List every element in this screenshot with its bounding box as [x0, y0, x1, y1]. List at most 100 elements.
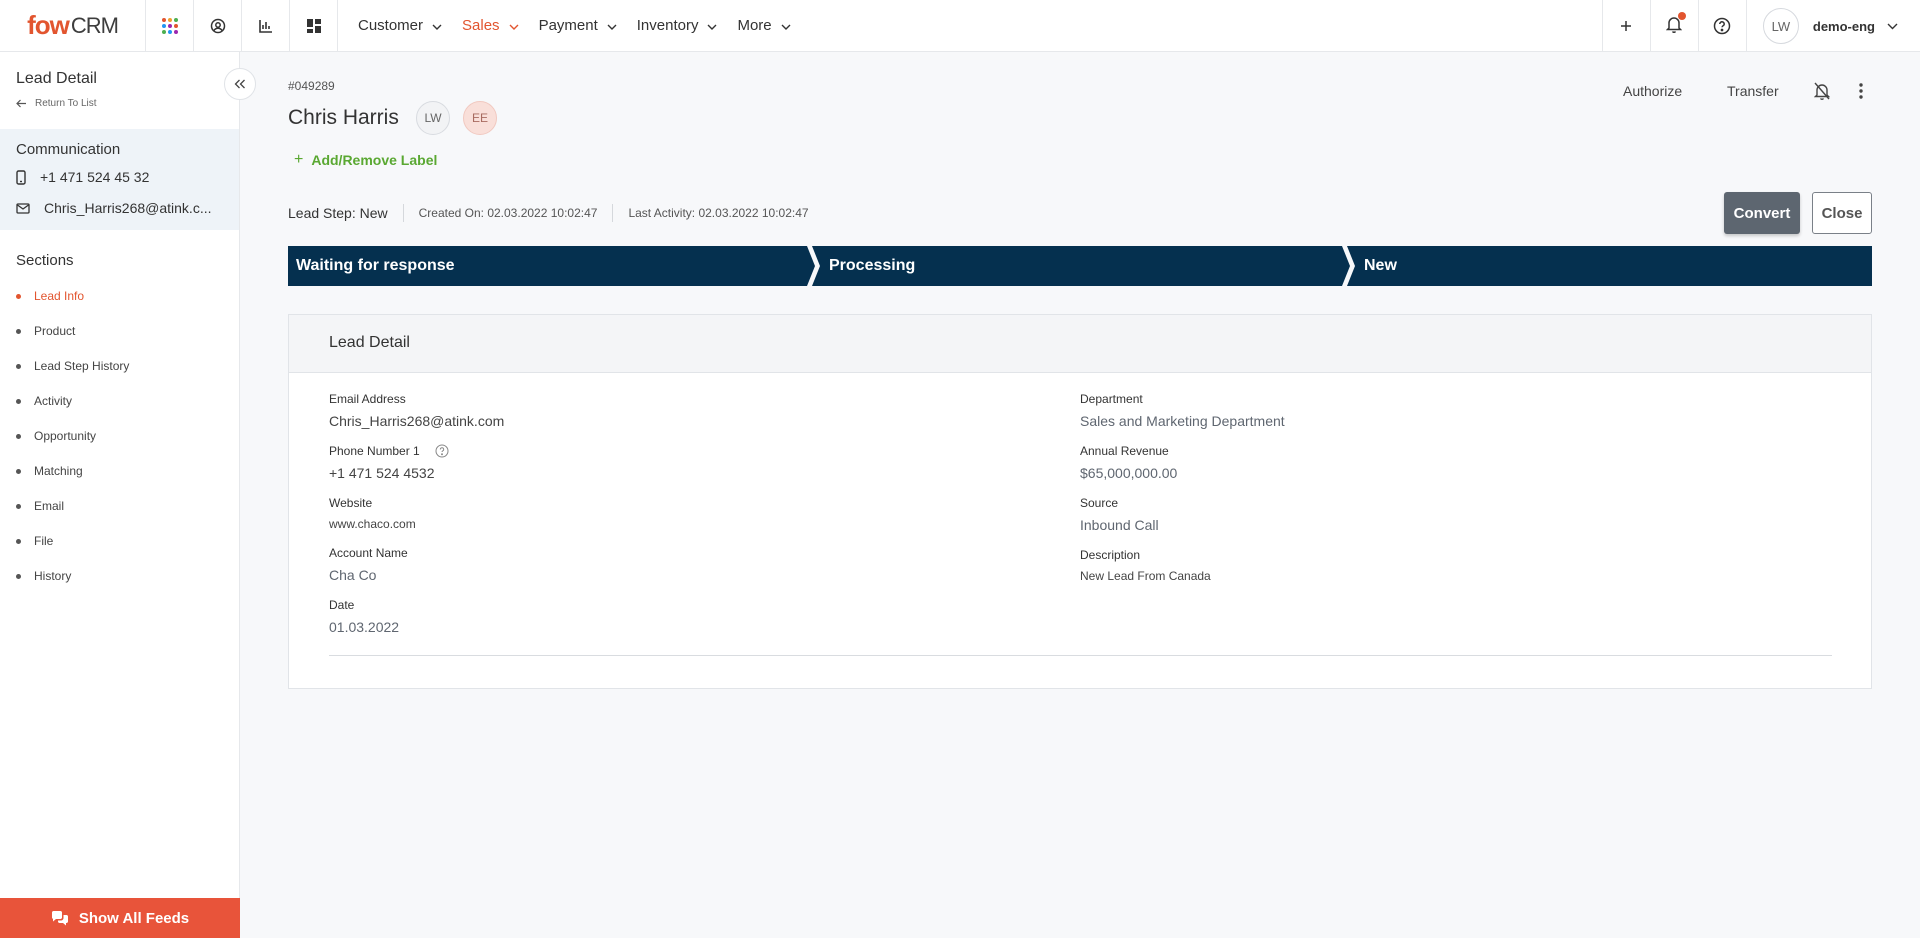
mail-icon [16, 202, 30, 214]
field-value-annual-revenue[interactable]: $65,000,000.00 [1080, 465, 1177, 481]
section-file[interactable]: File [16, 534, 53, 548]
communication-title: Communication [16, 141, 121, 158]
chevron-down-icon [1887, 17, 1898, 35]
convert-button[interactable]: Convert [1724, 192, 1800, 234]
menu-inventory[interactable]: Inventory [627, 0, 728, 52]
sidebar-phone[interactable]: +1 471 524 45 32 [16, 169, 149, 185]
card-title: Lead Detail [329, 334, 410, 351]
avatar: LW [1762, 8, 1799, 44]
more-vertical-icon[interactable] [1858, 82, 1864, 105]
section-label: Product [34, 324, 76, 338]
section-email[interactable]: Email [16, 499, 64, 513]
sidebar-phone-value: +1 471 524 45 32 [40, 169, 150, 185]
add-remove-label-button[interactable]: + Add/Remove Label [294, 151, 437, 169]
collapse-sidebar-button[interactable] [224, 68, 256, 100]
section-matching[interactable]: Matching [16, 464, 83, 478]
bullet-icon [16, 503, 21, 509]
step-processing[interactable]: Processing [829, 257, 915, 275]
section-activity[interactable]: Activity [16, 394, 72, 408]
step-waiting-for-response[interactable]: Waiting for response [296, 257, 455, 275]
menu-label: More [737, 17, 772, 34]
lead-step: Lead Step: New [288, 205, 388, 221]
assignee-chip-ee[interactable]: EE [463, 101, 497, 135]
field-value-department[interactable]: Sales and Marketing Department [1080, 413, 1285, 429]
chart-icon[interactable] [242, 0, 290, 52]
section-lead-info[interactable]: Lead Info [16, 289, 84, 303]
user-circle-icon[interactable] [194, 0, 242, 52]
bullet-icon [16, 573, 21, 579]
authorize-button[interactable]: Authorize [1623, 83, 1682, 99]
field-label-description: Description [1080, 548, 1141, 562]
step-new[interactable]: New [1364, 257, 1397, 275]
sections-title: Sections [16, 252, 74, 269]
question-circle-icon[interactable] [435, 444, 449, 463]
menu-sales[interactable]: Sales [452, 0, 529, 52]
chevron-down-icon [607, 17, 617, 34]
mobile-phone-icon [16, 169, 26, 185]
section-label: Lead Info [34, 289, 85, 303]
section-history[interactable]: History [16, 569, 71, 583]
section-label: Activity [34, 394, 73, 408]
return-label: Return To List [35, 98, 97, 109]
menu-label: Inventory [636, 17, 699, 34]
field-value-description[interactable]: New Lead From Canada [1080, 569, 1211, 583]
section-product[interactable]: Product [16, 324, 75, 338]
close-button[interactable]: Close [1812, 192, 1872, 234]
section-label: Lead Step History [34, 359, 130, 373]
user-menu[interactable]: LW demo-eng [1745, 0, 1920, 52]
chevron-down-icon [509, 17, 519, 34]
notification-dot [1678, 11, 1687, 20]
logo-main: fow [27, 10, 70, 40]
field-label-date: Date [329, 598, 355, 612]
sidebar-email-value: Chris_Harris268@atink.c... [44, 200, 212, 216]
menu-more[interactable]: More [727, 0, 800, 52]
field-value-source[interactable]: Inbound Call [1080, 517, 1159, 533]
sidebar-title: Lead Detail [16, 70, 97, 87]
show-all-feeds-button[interactable]: Show All Feeds [0, 898, 240, 938]
double-chevron-left-icon [234, 79, 245, 89]
field-value-account-name[interactable]: Cha Co [329, 567, 376, 583]
communication-panel: Communication +1 471 524 45 32 Chris_Har… [0, 129, 239, 230]
plus-icon: + [294, 151, 304, 168]
app-logo[interactable]: fow CRM [0, 0, 146, 52]
section-opportunity[interactable]: Opportunity [16, 429, 96, 443]
field-value-date[interactable]: 01.03.2022 [329, 619, 399, 635]
notifications-off-icon[interactable] [1813, 82, 1831, 105]
chevron-down-icon [781, 17, 791, 34]
apps-grid-icon[interactable] [146, 0, 194, 52]
bullet-icon [16, 538, 21, 544]
section-lead-step-history[interactable]: Lead Step History [16, 359, 129, 373]
bullet-icon [16, 328, 21, 334]
bullet-icon [16, 363, 21, 369]
menu-customer[interactable]: Customer [348, 0, 452, 52]
menu-label: Sales [462, 17, 500, 34]
lead-name: Chris Harris [288, 106, 399, 129]
bullet-icon [16, 398, 21, 404]
lead-detail-card: Lead Detail Email Address Chris_Harris26… [288, 314, 1872, 689]
section-label: History [34, 569, 72, 583]
divider [402, 204, 404, 222]
chevron-down-icon [432, 17, 442, 34]
menu-payment[interactable]: Payment [529, 0, 627, 52]
field-value-phone[interactable]: +1 471 524 4532 [329, 465, 435, 481]
dashboard-icon[interactable] [290, 0, 338, 52]
sidebar-email[interactable]: Chris_Harris268@atink.c... [16, 200, 212, 216]
logo-suffix: CRM [70, 12, 119, 38]
section-label: Matching [34, 464, 83, 478]
created-on: Created On: 02.03.2022 10:02:47 [418, 206, 598, 220]
help-icon[interactable] [1697, 0, 1746, 52]
field-label-department: Department [1080, 392, 1143, 406]
transfer-button[interactable]: Transfer [1727, 83, 1779, 99]
field-value-website[interactable]: www.chaco.com [329, 517, 416, 531]
field-value-email[interactable]: Chris_Harris268@atink.com [329, 413, 504, 429]
bell-icon[interactable] [1649, 0, 1698, 52]
field-label-account-name: Account Name [329, 546, 408, 560]
menu-label: Payment [538, 17, 598, 34]
assignee-chip-lw[interactable]: LW [416, 101, 450, 135]
sidebar: Lead Detail Return To List Communication… [0, 52, 240, 938]
menu-label: Customer [358, 17, 424, 34]
main-menu: Customer Sales Payment Inventory More [348, 0, 801, 52]
chat-bubbles-icon [51, 911, 68, 926]
return-to-list-link[interactable]: Return To List [16, 98, 97, 109]
plus-icon[interactable] [1601, 0, 1650, 52]
